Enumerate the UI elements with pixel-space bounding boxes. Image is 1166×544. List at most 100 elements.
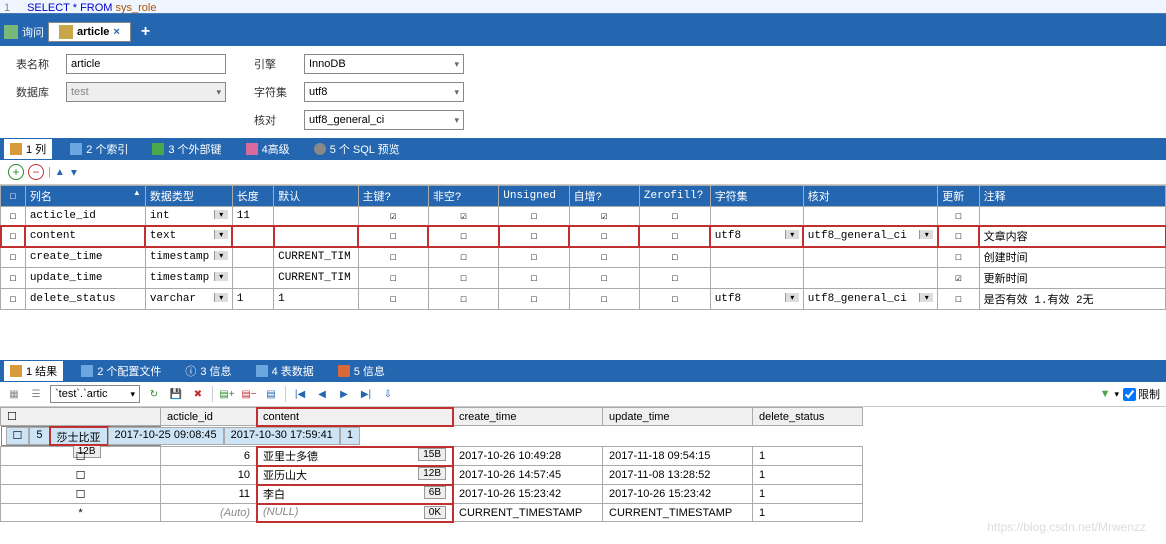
header-update-time[interactable]: update_time	[603, 408, 753, 426]
column-row[interactable]: ☐acticle_idint▾11☑☑☐☑☐☐	[1, 207, 1166, 226]
tab-info-5[interactable]: 5 信息	[332, 361, 391, 381]
cell-id[interactable]: 11	[161, 485, 257, 504]
cell-content[interactable]: 李白6B	[257, 485, 453, 504]
cell-create-time[interactable]: 2017-10-26 14:57:45	[453, 466, 603, 485]
col-notnull[interactable]: ☐	[428, 247, 498, 268]
column-row[interactable]: ☐create_timetimestamp▾CURRENT_TIM☐☐☐☐☐☐创…	[1, 247, 1166, 268]
row-checkbox[interactable]: ☐	[1, 226, 26, 247]
col-zerofill[interactable]: ☐	[639, 247, 710, 268]
first-button[interactable]: |◀	[292, 386, 308, 402]
col-zerofill[interactable]: ☐	[639, 268, 710, 289]
cell-id[interactable]: 5	[29, 427, 49, 445]
add-tab-button[interactable]: +	[135, 23, 156, 41]
cell-delete-status[interactable]: 1	[340, 427, 360, 445]
chevron-down-icon[interactable]: ▾	[214, 251, 228, 260]
col-unsigned[interactable]: ☐	[499, 207, 569, 226]
col-default[interactable]: 1	[274, 289, 358, 310]
col-name[interactable]: create_time	[25, 247, 145, 268]
col-comment[interactable]: 更新时间	[979, 268, 1165, 289]
col-default[interactable]	[274, 226, 358, 247]
cell-content[interactable]: 亚历山大12B	[257, 466, 453, 485]
row-checkbox[interactable]: ☐	[1, 247, 26, 268]
col-default[interactable]: CURRENT_TIM	[274, 268, 358, 289]
cell-content[interactable]: (NULL)0K	[257, 504, 453, 522]
cell-update-time[interactable]: 2017-10-26 15:23:42	[603, 485, 753, 504]
col-notnull[interactable]: ☐	[428, 268, 498, 289]
col-zerofill[interactable]: ☐	[639, 226, 710, 247]
cell-update-time[interactable]: 2017-11-18 09:54:15	[603, 447, 753, 466]
row-checkbox[interactable]: ☐	[1, 268, 26, 289]
save-button[interactable]: 💾	[168, 386, 184, 402]
result-row[interactable]: *(Auto)(NULL)0KCURRENT_TIMESTAMPCURRENT_…	[1, 504, 863, 522]
cell-id[interactable]: (Auto)	[161, 504, 257, 522]
col-pk[interactable]: ☐	[358, 268, 428, 289]
col-collation[interactable]	[803, 247, 937, 268]
sql-editor-line[interactable]: 1 SELECT * FROM sys_role	[0, 0, 1166, 14]
col-length[interactable]: 1	[232, 289, 273, 310]
col-update[interactable]: ☑	[938, 268, 979, 289]
col-unsigned[interactable]: ☐	[499, 289, 569, 310]
tab-info-3[interactable]: ⓘ3 信息	[179, 361, 237, 381]
col-comment[interactable]: 文章内容	[979, 226, 1165, 247]
header-pk[interactable]: 主键?	[358, 186, 428, 207]
col-comment[interactable]	[979, 207, 1165, 226]
chevron-down-icon[interactable]: ▾	[785, 230, 799, 239]
col-update[interactable]: ☐	[938, 289, 979, 310]
cell-id[interactable]: 6	[161, 447, 257, 466]
chevron-down-icon[interactable]: ▾	[214, 272, 228, 281]
column-row[interactable]: ☐contenttext▾☐☐☐☐☐utf8▾utf8_general_ci▾☐…	[1, 226, 1166, 247]
header-type[interactable]: 数据类型	[145, 186, 232, 207]
col-length[interactable]	[232, 226, 273, 247]
header-notnull[interactable]: 非空?	[428, 186, 498, 207]
row-marker[interactable]: ☐	[1, 485, 161, 504]
tab-foreign-keys[interactable]: 3 个外部键	[146, 139, 227, 159]
header-length[interactable]: 长度	[232, 186, 273, 207]
col-autoinc[interactable]: ☐	[569, 226, 639, 247]
col-name[interactable]: acticle_id	[25, 207, 145, 226]
column-row[interactable]: ☐delete_statusvarchar▾11☐☐☐☐☐utf8▾utf8_g…	[1, 289, 1166, 310]
result-row[interactable]: ☐11李白6B2017-10-26 15:23:422017-10-26 15:…	[1, 485, 863, 504]
col-pk[interactable]: ☐	[358, 226, 428, 247]
export-button[interactable]: ⇩	[380, 386, 396, 402]
header-delete-status[interactable]: delete_status	[753, 408, 863, 426]
engine-select[interactable]: InnoDB ▾	[304, 54, 464, 74]
col-charset[interactable]: utf8▾	[710, 289, 803, 310]
col-unsigned[interactable]: ☐	[499, 226, 569, 247]
columns-grid[interactable]: ☐ 列名▲ 数据类型 长度 默认 主键? 非空? Unsigned 自增? Ze…	[0, 185, 1166, 310]
cell-delete-status[interactable]: 1	[753, 504, 863, 522]
duplicate-row-button[interactable]: ▤	[263, 386, 279, 402]
cell-update-time[interactable]: CURRENT_TIMESTAMP	[603, 504, 753, 522]
row-marker[interactable]: ☐	[1, 466, 161, 485]
chevron-down-icon[interactable]: ▾	[785, 293, 799, 302]
cell-create-time[interactable]: CURRENT_TIMESTAMP	[453, 504, 603, 522]
col-zerofill[interactable]: ☐	[639, 289, 710, 310]
cell-create-time[interactable]: 2017-10-26 10:49:28	[453, 447, 603, 466]
tab-indexes[interactable]: 2 个索引	[64, 139, 134, 159]
tab-advanced[interactable]: 4高级	[240, 139, 296, 159]
result-row[interactable]: ☐6亚里士多德15B2017-10-26 10:49:282017-11-18 …	[1, 447, 863, 466]
col-name[interactable]: delete_status	[25, 289, 145, 310]
col-autoinc[interactable]: ☐	[569, 289, 639, 310]
col-collation[interactable]	[803, 207, 937, 226]
row-checkbox[interactable]: ☐	[1, 289, 26, 310]
header-collation[interactable]: 核对	[803, 186, 937, 207]
col-comment[interactable]: 创建时间	[979, 247, 1165, 268]
cell-update-time[interactable]: 2017-11-08 13:28:52	[603, 466, 753, 485]
tab-sql-preview[interactable]: 5 个 SQL 预览	[308, 139, 406, 159]
header-unsigned[interactable]: Unsigned	[499, 186, 569, 207]
remove-column-button[interactable]: −	[28, 164, 44, 180]
header-zerofill[interactable]: Zerofill?	[639, 186, 710, 207]
cell-delete-status[interactable]: 1	[753, 447, 863, 466]
row-marker[interactable]: ☐	[6, 427, 30, 445]
col-unsigned[interactable]: ☐	[499, 268, 569, 289]
col-default[interactable]	[274, 207, 358, 226]
header-charset[interactable]: 字符集	[710, 186, 803, 207]
col-update[interactable]: ☐	[938, 247, 979, 268]
tab-columns[interactable]: 1 列	[4, 139, 52, 159]
col-update[interactable]: ☐	[938, 226, 979, 247]
chevron-down-icon[interactable]: ▾	[214, 293, 228, 302]
row-marker[interactable]: *	[1, 504, 161, 522]
col-name[interactable]: content	[25, 226, 145, 247]
results-grid[interactable]: ☐ acticle_id content create_time update_…	[0, 407, 863, 522]
col-charset[interactable]: utf8▾	[710, 226, 803, 247]
